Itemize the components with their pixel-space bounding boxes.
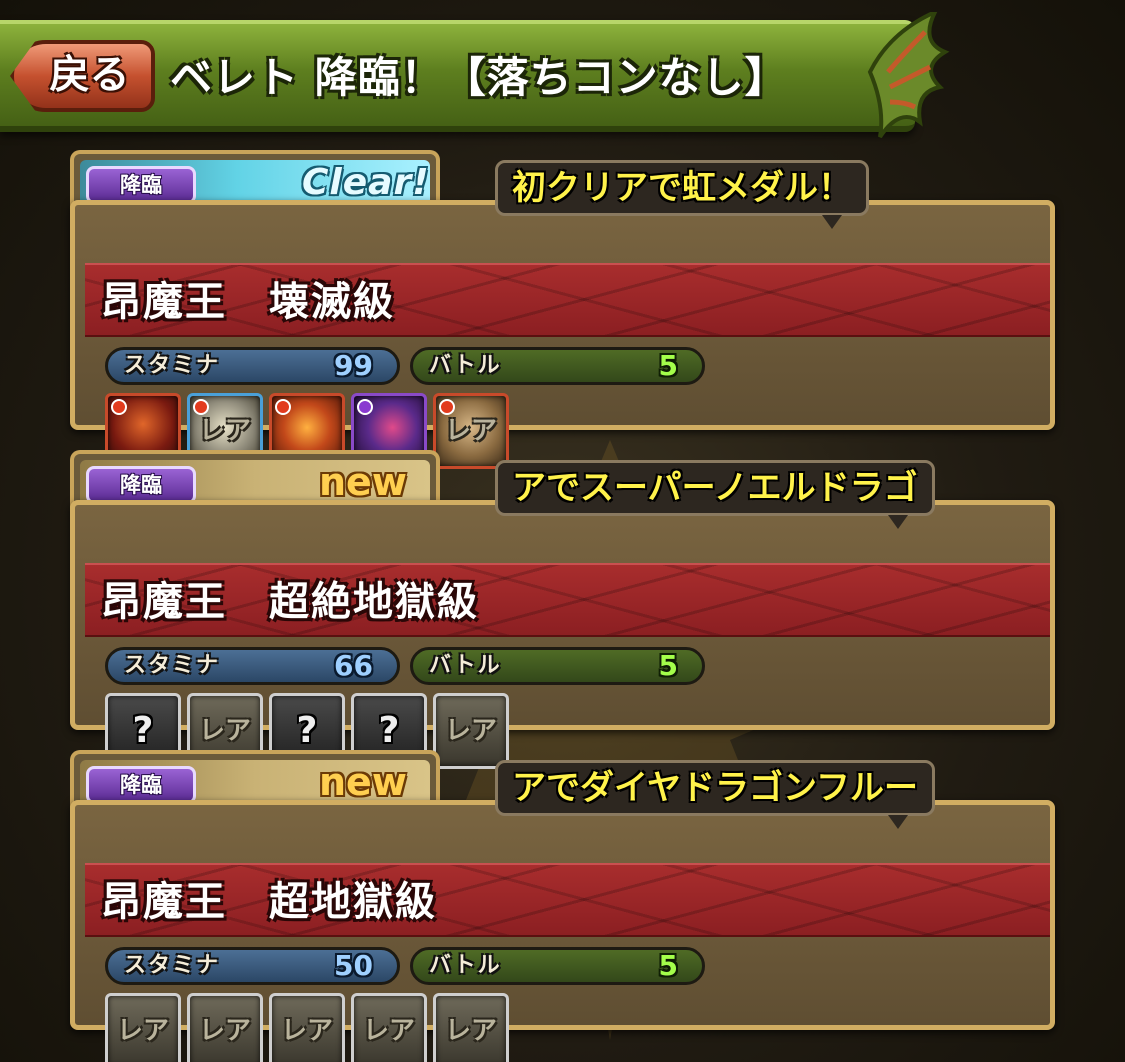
stamina-label: スタミナ: [124, 653, 221, 678]
page-title: ベレト 降臨！【落ちコンなし】: [170, 53, 788, 102]
stamina-label: スタミナ: [124, 953, 221, 978]
stamina-value: 66: [334, 649, 373, 682]
rare-drop-icon[interactable]: レア: [187, 993, 263, 1062]
reward-bubble: アでダイヤドラゴンフルー: [495, 760, 935, 829]
descent-badge: 降臨: [86, 166, 196, 204]
back-button[interactable]: 戻る: [10, 40, 155, 112]
stamina-label: スタミナ: [124, 353, 221, 378]
rare-drop-icon[interactable]: レア: [433, 993, 509, 1062]
top-header-bar: 戻る ベレト 降臨！【落ちコンなし】: [0, 20, 915, 132]
battle-bar: バトル 5: [410, 347, 705, 385]
rare-label: レア: [116, 1016, 169, 1046]
rare-drop-icon[interactable]: レア: [269, 993, 345, 1062]
battle-bar: バトル 5: [410, 647, 705, 685]
card-body: 昂魔王 壊滅級 スタミナ 99 バトル 5 レア レア: [70, 200, 1055, 469]
dungeon-card[interactable]: 降臨 new 昂魔王 超絶地獄級 スタミナ 66 バトル 5 ? レア ? ? …: [70, 450, 1055, 769]
card-body: 昂魔王 超絶地獄級 スタミナ 66 バトル 5 ? レア ? ? レア: [70, 500, 1055, 769]
difficulty-name: 昂魔王 壊滅級: [101, 279, 395, 325]
fire-attribute-icon: [275, 399, 291, 415]
battle-label: バトル: [429, 353, 502, 378]
stamina-value: 50: [334, 949, 373, 982]
descent-badge: 降臨: [86, 466, 196, 504]
rare-drop-icon[interactable]: レア: [351, 993, 427, 1062]
descent-badge: 降臨: [86, 766, 196, 804]
dragon-wing-icon: [867, 12, 950, 139]
dungeon-card[interactable]: 降臨 new 昂魔王 超地獄級 スタミナ 50 バトル 5 レア レア レア レ…: [70, 750, 1055, 1062]
difficulty-name: 昂魔王 超地獄級: [101, 879, 437, 925]
battle-count: 5: [658, 649, 678, 682]
drop-list: レア レア レア レア レア: [105, 993, 509, 1062]
clear-status-label: Clear!: [302, 162, 430, 203]
difficulty-banner: 昂魔王 超絶地獄級: [85, 563, 1050, 637]
dark-attribute-icon: [357, 399, 373, 415]
rare-label: レア: [280, 1016, 333, 1046]
difficulty-banner: 昂魔王 超地獄級: [85, 863, 1050, 937]
rare-label: レア: [362, 1016, 415, 1046]
card-body: 昂魔王 超地獄級 スタミナ 50 バトル 5 レア レア レア レア レア: [70, 800, 1055, 1062]
difficulty-banner: 昂魔王 壊滅級: [85, 263, 1050, 337]
battle-label: バトル: [429, 953, 502, 978]
reward-bubble: アでスーパーノエルドラゴ: [495, 460, 935, 529]
stamina-value: 99: [334, 349, 373, 382]
dungeon-card[interactable]: 降臨 Clear! 昂魔王 壊滅級 スタミナ 99 バトル 5 レア レア 初ク…: [70, 150, 1055, 469]
stamina-bar: スタミナ 99: [105, 347, 400, 385]
battle-count: 5: [658, 349, 678, 382]
new-status-label: new: [319, 760, 407, 804]
new-status-label: new: [319, 460, 407, 504]
stamina-bar: スタミナ 66: [105, 647, 400, 685]
rare-drop-icon[interactable]: レア: [105, 993, 181, 1062]
battle-count: 5: [658, 949, 678, 982]
battle-bar: バトル 5: [410, 947, 705, 985]
rare-label: レア: [444, 1016, 497, 1046]
battle-label: バトル: [429, 653, 502, 678]
stamina-bar: スタミナ 50: [105, 947, 400, 985]
fire-attribute-icon: [111, 399, 127, 415]
difficulty-name: 昂魔王 超絶地獄級: [101, 579, 479, 625]
reward-bubble: 初クリアで虹メダル！: [495, 160, 869, 229]
rare-label: レア: [198, 1016, 251, 1046]
